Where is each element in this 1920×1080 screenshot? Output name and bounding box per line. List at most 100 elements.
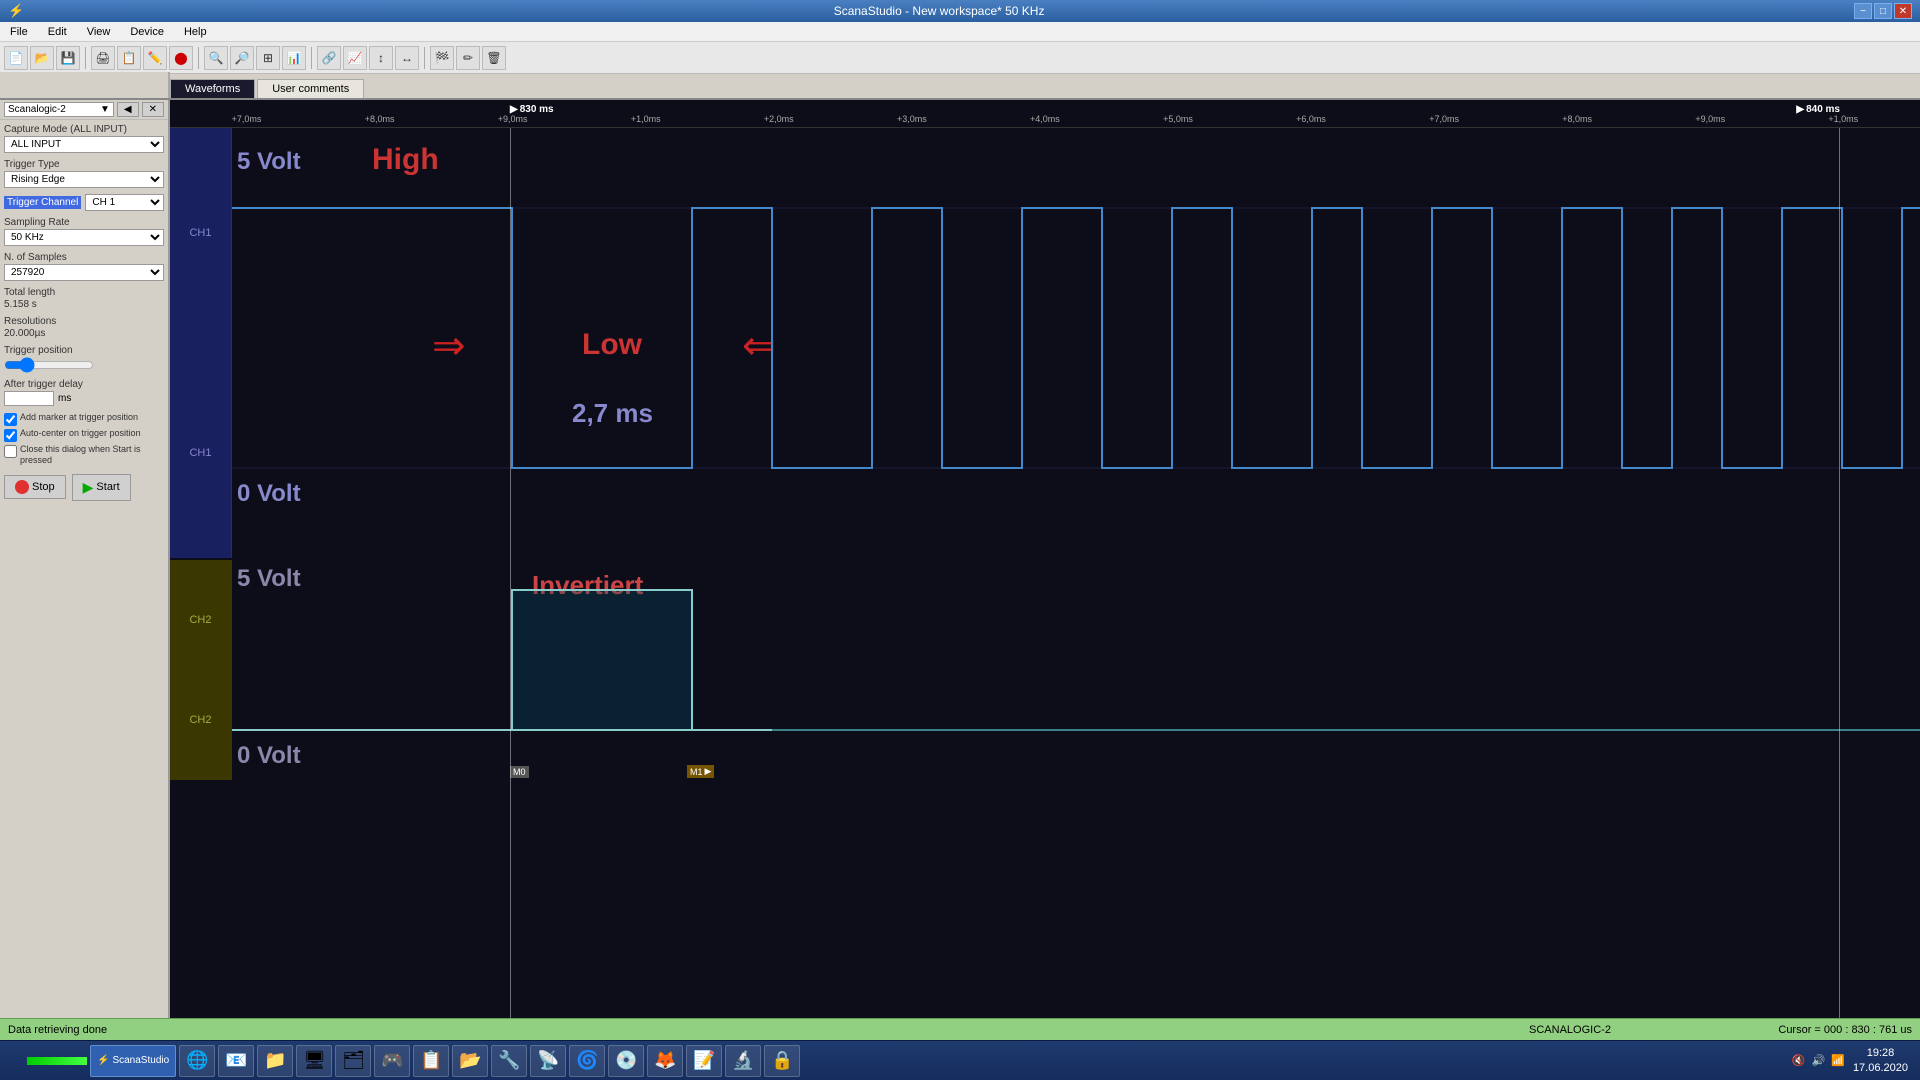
close-dialog-checkbox[interactable] (4, 445, 17, 458)
tick-8ms-2: +8,0ms (1562, 114, 1592, 124)
capture-mode-label: Capture Mode (ALL INPUT) (4, 124, 164, 135)
ch2-canvas: 5 Volt 0 Volt Invertiert M0 M1 (232, 560, 1920, 780)
menu-edit[interactable]: Edit (38, 24, 77, 40)
trigger-type-select[interactable]: Rising Edge (4, 171, 164, 188)
taskbar-firefox[interactable]: 🦊 (647, 1045, 683, 1077)
tool9[interactable]: ↕ (369, 46, 393, 70)
taskbar-network[interactable]: 📡 (530, 1045, 566, 1077)
trigger-type-row: Trigger Type Rising Edge (4, 159, 164, 188)
device-name: Scanalogic-2 (8, 104, 66, 115)
save-button[interactable]: 💾 (56, 46, 80, 70)
waveform-area[interactable]: ▶ 830 ms ▶ 840 ms +7,0ms +8,0ms +9,0ms +… (170, 100, 1920, 1018)
close-button[interactable]: ✕ (1894, 3, 1912, 19)
zoom-out-button[interactable]: 🔎 (230, 46, 254, 70)
tab-user-comments[interactable]: User comments (257, 79, 364, 98)
tick-7ms-2: +7,0ms (1429, 114, 1459, 124)
taskbar-security[interactable]: 🔒 (764, 1045, 800, 1077)
n-samples-label: N. of Samples (4, 252, 164, 263)
left-panel: Scanalogic-2 ▼ ◀ ✕ Capture Mode (ALL INP… (0, 100, 170, 1018)
open-button[interactable]: 📂 (30, 46, 54, 70)
ch1-top-label: CH1 (189, 227, 211, 239)
sampling-rate-label: Sampling Rate (4, 217, 164, 228)
tab-waveforms[interactable]: Waveforms (170, 79, 255, 98)
checkbox-add-marker-row: Add marker at trigger position (4, 412, 164, 426)
after-trigger-label: After trigger delay (4, 379, 164, 390)
auto-center-checkbox[interactable] (4, 429, 17, 442)
progress-bar (27, 1057, 87, 1065)
tool6[interactable]: 📊 (282, 46, 306, 70)
taskbar-explorer[interactable]: 🗂 (335, 1045, 371, 1077)
window-controls: − □ ✕ (1854, 3, 1912, 19)
taskbar-files[interactable]: 📂 (452, 1045, 488, 1077)
app-icon: ⚡ (8, 3, 24, 19)
new-button[interactable]: 📄 (4, 46, 28, 70)
main-area: Scanalogic-2 ▼ ◀ ✕ Capture Mode (ALL INP… (0, 100, 1920, 1018)
ch1-waveform-svg (232, 128, 1920, 558)
clock: 19:28 17.06.2020 (1853, 1046, 1908, 1075)
tool4[interactable]: ⬤ (169, 46, 193, 70)
taskbar-word[interactable]: 📝 (686, 1045, 722, 1077)
minimize-button[interactable]: − (1854, 3, 1872, 19)
taskbar-mail[interactable]: 📧 (218, 1045, 254, 1077)
tick-9ms: +9,0ms (498, 114, 528, 124)
device-config-button[interactable]: ◀ (117, 102, 139, 117)
clipboard-icon: 📋 (420, 1050, 442, 1072)
menu-help[interactable]: Help (174, 24, 217, 40)
menu-file[interactable]: File (0, 24, 38, 40)
tool10[interactable]: ↔ (395, 46, 419, 70)
add-marker-checkbox[interactable] (4, 413, 17, 426)
taskbar-folder[interactable]: 📁 (257, 1045, 293, 1077)
trigger-channel-select[interactable]: CH 1 (85, 194, 164, 211)
print-button[interactable]: 🖨 (91, 46, 115, 70)
menu-view[interactable]: View (77, 24, 121, 40)
taskbar-display[interactable]: 🖥 (296, 1045, 332, 1077)
start-button[interactable]: ▶ Start (72, 474, 131, 501)
tool12[interactable]: ✏ (456, 46, 480, 70)
resolutions-value: 20.000µs (4, 328, 164, 339)
menu-device[interactable]: Device (120, 24, 174, 40)
taskbar-filezilla[interactable]: 🌀 (569, 1045, 605, 1077)
toolbar-separator-1 (85, 47, 86, 69)
sampling-rate-select[interactable]: 50 KHz (4, 229, 164, 246)
titlebar: ⚡ ScanaStudio - New workspace* 50 KHz − … (0, 0, 1920, 22)
progress-area (27, 1057, 87, 1065)
taskbar-tools[interactable]: 🔧 (491, 1045, 527, 1077)
tool13[interactable]: 🗑 (482, 46, 506, 70)
tool7[interactable]: 🔗 (317, 46, 341, 70)
taskbar-ie[interactable]: 🌐 (179, 1045, 215, 1077)
toolbar-separator-3 (311, 47, 312, 69)
auto-center-label: Auto-center on trigger position (20, 428, 141, 439)
tool11[interactable]: 🏁 (430, 46, 454, 70)
stop-button[interactable]: Stop (4, 475, 66, 499)
stop-label: Stop (32, 481, 55, 493)
start-stop-row: Stop ▶ Start (4, 474, 164, 501)
taskbar-disc[interactable]: 💿 (608, 1045, 644, 1077)
delay-input-row: 0 ms (4, 391, 164, 406)
disc-icon: 💿 (615, 1050, 637, 1072)
tool3[interactable]: ✏️ (143, 46, 167, 70)
taskbar-clipboard[interactable]: 📋 (413, 1045, 449, 1077)
taskbar-game[interactable]: 🎮 (374, 1045, 410, 1077)
device-close-button[interactable]: ✕ (142, 102, 164, 117)
scanalogic-icon: ⚡ (97, 1055, 109, 1066)
taskbar-scanalogic[interactable]: ⚡ ScanaStudio (90, 1045, 176, 1077)
tool8[interactable]: 📈 (343, 46, 367, 70)
clock-time: 19:28 (1853, 1046, 1908, 1060)
zoom-in-button[interactable]: 🔍 (204, 46, 228, 70)
tool5[interactable]: ⊞ (256, 46, 280, 70)
capture-mode-select[interactable]: ALL INPUT (4, 136, 164, 153)
n-samples-select[interactable]: 257920 (4, 264, 164, 281)
trigger-type-label: Trigger Type (4, 159, 164, 170)
ch2-top-label: CH2 (189, 614, 211, 626)
trigger-position-slider[interactable] (4, 357, 94, 373)
start-label: Start (96, 481, 119, 493)
tool2[interactable]: 📋 (117, 46, 141, 70)
progress-fill (27, 1057, 87, 1065)
maximize-button[interactable]: □ (1874, 3, 1892, 19)
word-icon: 📝 (693, 1050, 715, 1072)
taskbar-scanner[interactable]: 🔬 (725, 1045, 761, 1077)
after-trigger-delay-input[interactable]: 0 (4, 391, 54, 406)
device-name-box: Scanalogic-2 ▼ (4, 102, 114, 117)
ch1-label-area: CH1 CH1 (170, 128, 232, 558)
tick-7ms: +7,0ms (232, 114, 262, 124)
